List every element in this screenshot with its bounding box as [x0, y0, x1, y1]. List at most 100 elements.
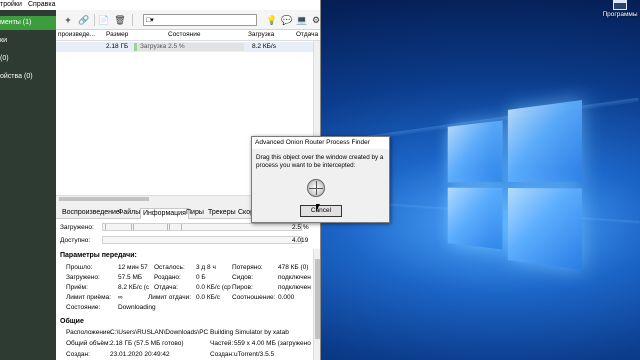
general-title: Общие — [60, 318, 84, 325]
piece-mark — [131, 224, 132, 230]
sidebar-item-label: менты (1) — [0, 19, 32, 26]
toolbar-separator — [132, 14, 133, 26]
download-speed-cell: 8.2 КБ/s — [252, 43, 276, 50]
column-header[interactable]: произведе... — [58, 31, 95, 38]
downloaded-value: 2.5 % — [292, 224, 309, 231]
kv-value: 0.0 КБ/с — [196, 294, 220, 301]
menu-bar: тройки Справка — [0, 0, 320, 10]
kv-value: 23.01.2020 20:49:42 — [110, 351, 170, 358]
kv-label: Расположение: — [66, 329, 112, 336]
kv-label: Осталось: — [154, 264, 185, 271]
transfer-title: Параметры передачи: — [60, 252, 137, 259]
kv-label: Пиров: — [232, 284, 253, 291]
table-row[interactable]: 2.18 ГБ Загрузка 2.5 % 8.2 КБ/s — [56, 42, 320, 52]
gear-icon[interactable]: ⚙ — [310, 14, 320, 26]
piece-mark — [133, 224, 134, 230]
kv-label: Общий объём: — [66, 340, 111, 347]
downloaded-label: Загружено: — [60, 224, 94, 231]
logo-pane — [507, 100, 583, 182]
kv-value: C:\Users\RUSLAN\Downloads\PC Building Si… — [110, 329, 289, 336]
kv-label: Соотношение: — [232, 294, 276, 301]
tab-info[interactable]: Информация — [140, 208, 189, 219]
kv-value: подключен — [278, 284, 311, 291]
add-icon[interactable]: + — [62, 14, 74, 26]
menu-item-settings[interactable]: тройки — [0, 1, 22, 8]
downloaded-bar — [102, 223, 302, 231]
link-icon[interactable]: 🔗 — [78, 14, 90, 26]
document-icon: □▾ — [146, 17, 154, 24]
piece-mark — [105, 224, 106, 230]
kv-label: Состояние: — [66, 304, 101, 311]
chat-icon[interactable]: 💬 — [281, 14, 293, 26]
tab-trackers[interactable]: Трекеры — [206, 208, 238, 219]
column-header[interactable]: Состояние — [168, 31, 200, 38]
tab-playback[interactable]: Воспроизведение — [60, 208, 122, 219]
tab-files[interactable]: Файлы — [116, 208, 142, 219]
kv-label: Лимит отдачи: — [148, 294, 192, 301]
dialog-message: Drag this object over the window created… — [256, 154, 384, 169]
desktop-icon-programs[interactable]: Программы — [600, 0, 640, 24]
kv-value: 3 д 8 ч — [196, 264, 216, 271]
bulb-icon[interactable]: 💡 — [266, 14, 278, 26]
available-label: Доступно: — [60, 237, 91, 244]
info-panel: Загружено: 2.5 % Доступно: 4.019 Парамет… — [56, 219, 320, 360]
kv-label: Приём: — [66, 284, 88, 291]
kv-label: Роздано: — [154, 274, 181, 281]
kv-value: подключен — [278, 274, 311, 281]
kv-label: Потеряно: — [232, 264, 263, 271]
kv-value: 57.5 МБ — [118, 274, 143, 281]
list-header: произведе... Размер Состояние Загрузка О… — [56, 30, 320, 41]
dialog-title: Advanced Onion Router Process Finder — [252, 137, 389, 149]
piece-mark — [181, 224, 182, 230]
delete-icon[interactable]: 🗑 — [114, 14, 126, 26]
kv-label: Загружено: — [66, 274, 100, 281]
kv-label: Создан: — [210, 351, 234, 358]
kv-value: 2.18 ГБ (57.5 МБ готово) — [110, 340, 184, 347]
status-cell: Загрузка 2.5 % — [140, 43, 185, 50]
column-header[interactable]: Загрузка — [248, 31, 274, 38]
kv-label: Частей: — [210, 340, 234, 347]
desktop-icon-label: Программы — [602, 11, 638, 18]
kv-value: 559 x 4.00 МБ (загружено — [234, 340, 311, 347]
kv-value: 12 мин 57 — [118, 264, 148, 271]
sidebar-item-devices[interactable]: ойства (0) — [0, 70, 56, 84]
size-cell: 2.18 ГБ — [106, 43, 129, 50]
sidebar-item-count[interactable]: (0) — [0, 52, 56, 66]
piece-mark — [169, 224, 170, 230]
search-input[interactable]: □▾ — [143, 14, 257, 26]
logo-pane — [507, 188, 583, 270]
menu-item-help[interactable]: Справка — [28, 1, 55, 8]
logo-pane — [447, 120, 503, 183]
kv-label: Лимит приёма: — [66, 294, 112, 301]
sidebar-item-label: (0) — [0, 55, 9, 62]
windows-logo — [447, 100, 583, 270]
scrollbar-thumb[interactable] — [59, 197, 149, 201]
kv-value: 0.0 КБ/с (ср — [196, 284, 231, 291]
scrollbar-thumb[interactable] — [315, 259, 320, 339]
sidebar-item-torrents[interactable]: менты (1) — [0, 16, 56, 30]
column-header[interactable]: Размер — [106, 31, 128, 38]
logo-pane — [447, 187, 503, 250]
kv-value: uTorrent/3.5.5 — [234, 351, 275, 358]
toolbar-separator — [94, 14, 95, 26]
kv-value: 478 КБ (0) — [278, 264, 309, 271]
kv-label: Отдача: — [154, 284, 178, 291]
column-header[interactable]: Отдача — [296, 31, 318, 38]
kv-value: 0.000 — [278, 294, 295, 301]
cancel-button[interactable]: Cancel — [300, 205, 342, 217]
sidebar-item-feeds[interactable]: ки — [0, 34, 56, 48]
document-icon[interactable]: 📄 — [98, 14, 110, 26]
piece-mark — [167, 224, 168, 230]
toolbar: + 🔗 📄 🗑 □▾ 💡 💬 💻 ⚙ — [56, 10, 320, 30]
sidebar-item-label: ки — [0, 37, 7, 44]
kv-value: ∞ — [118, 294, 123, 301]
crosshair-icon[interactable] — [307, 179, 325, 197]
info-scrollbar[interactable] — [313, 249, 320, 360]
sidebar-item-label: ойства (0) — [0, 73, 33, 80]
available-value: 4.019 — [292, 237, 309, 244]
available-bar — [102, 236, 302, 244]
tab-peers[interactable]: Пиры — [184, 208, 206, 219]
monitor-icon[interactable]: 💻 — [296, 14, 308, 26]
kv-value: 0 Б — [196, 274, 206, 281]
sidebar: менты (1) ки (0) ойства (0) — [0, 10, 56, 360]
